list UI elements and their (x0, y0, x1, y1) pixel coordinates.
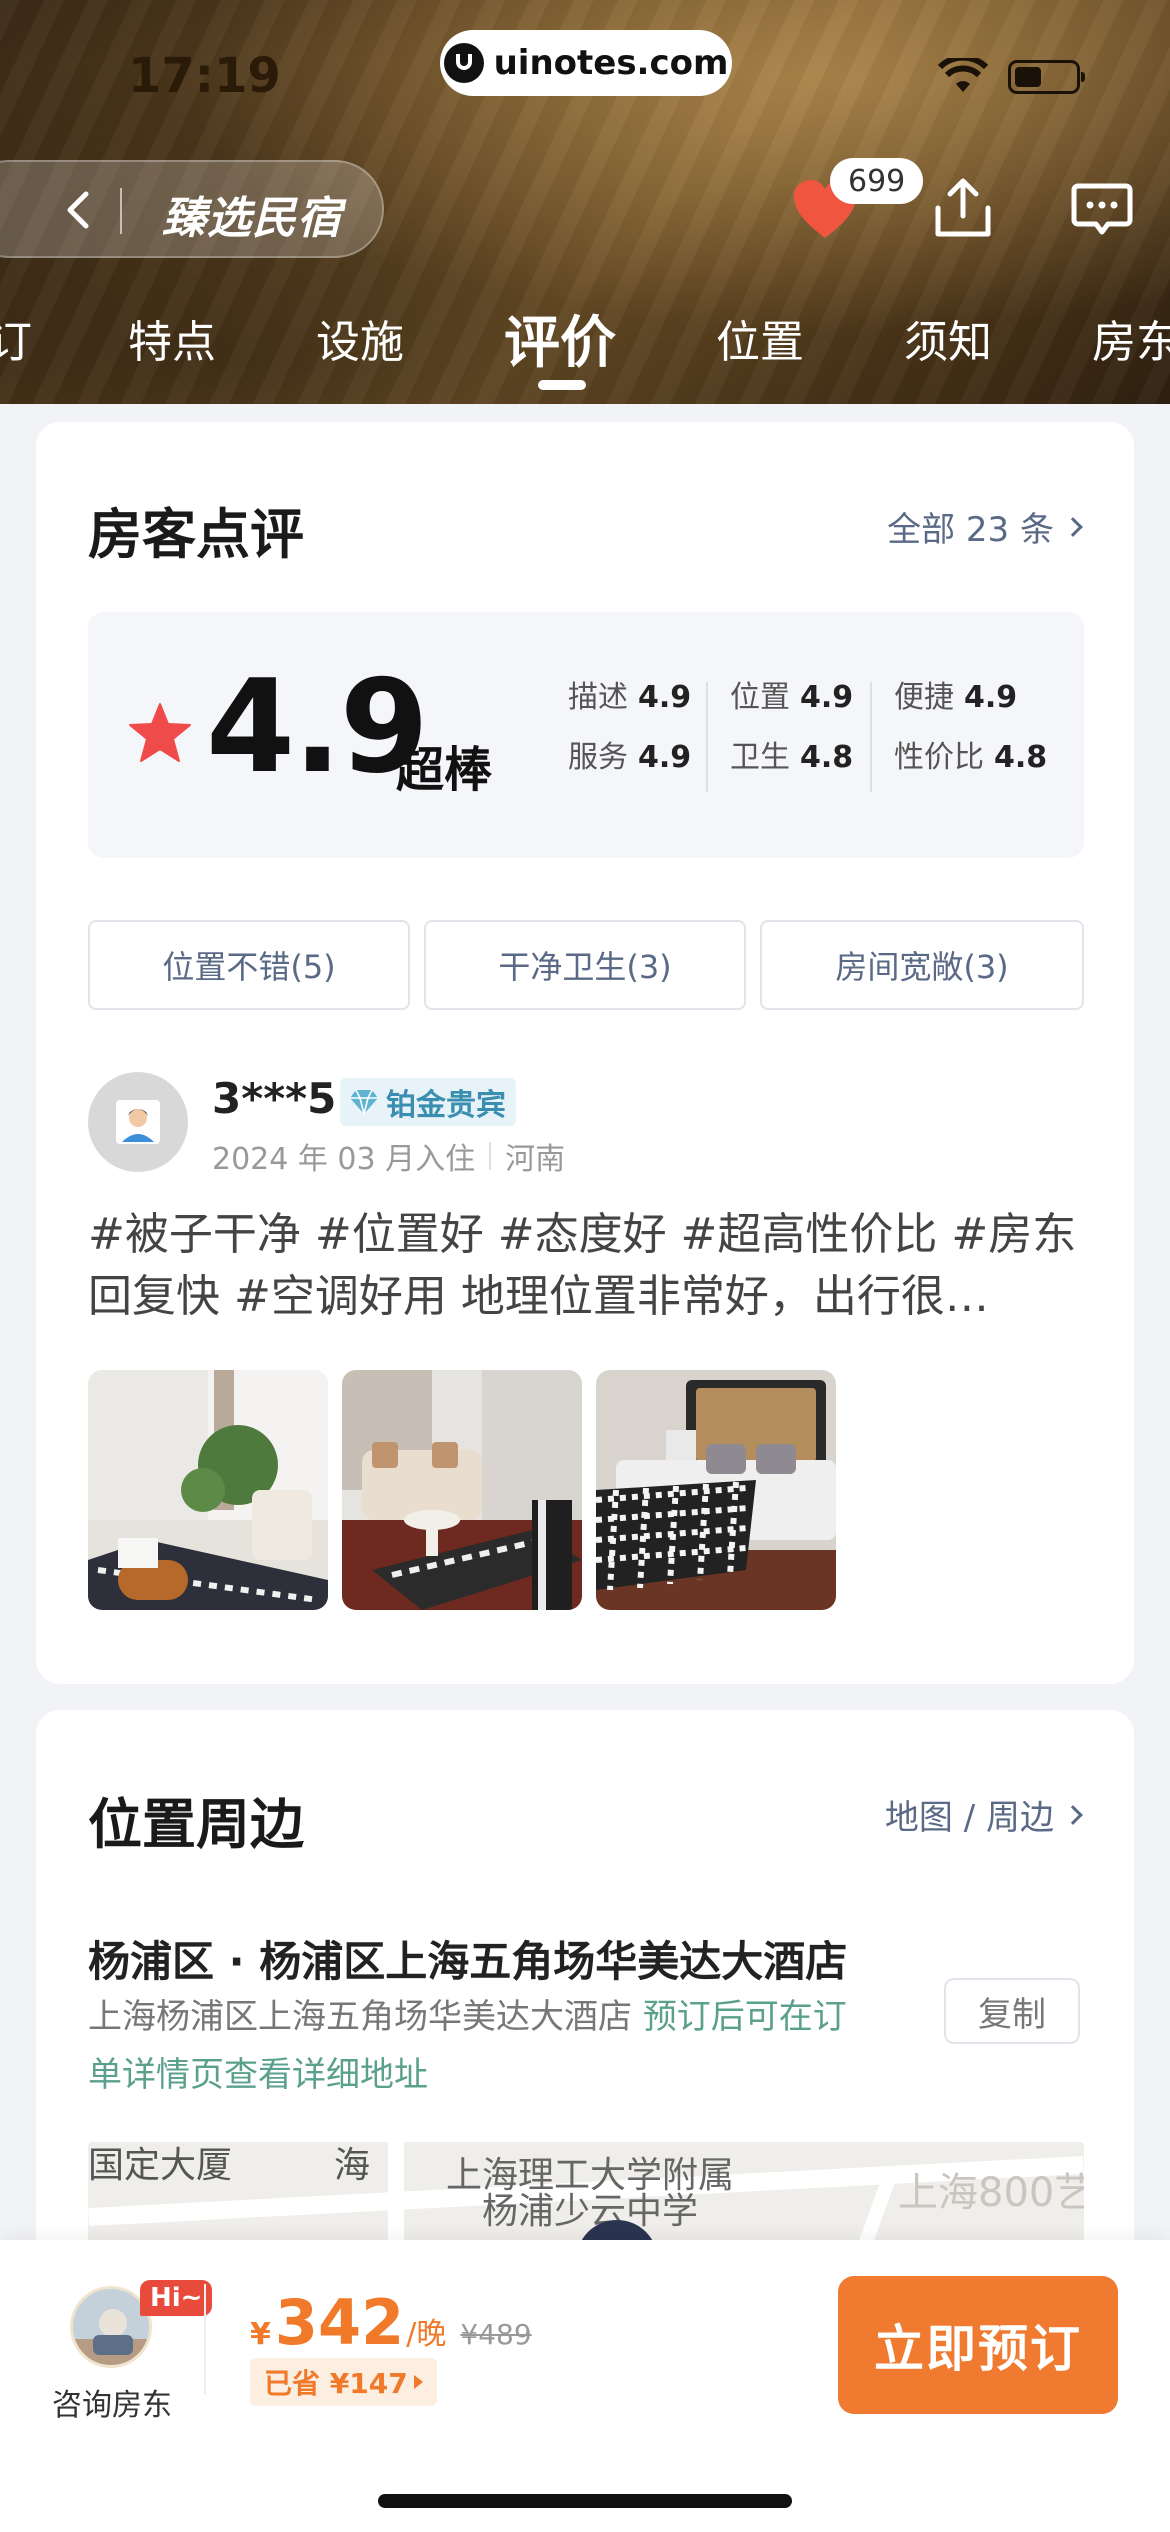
watermark: uinotes.com (440, 30, 732, 96)
place-name: 杨浦区 · 杨浦区上海五角场华美达大酒店 (88, 1937, 848, 1986)
checkin-date: 2024 年 03 月入住 (212, 1142, 476, 1177)
watermark-text: uinotes.com (493, 43, 729, 83)
diamond-icon (350, 1089, 378, 1115)
score-word: 超棒 (396, 742, 493, 798)
review-photo-bedroom[interactable] (596, 1370, 836, 1610)
sub-scores: 描述 4.9 服务 4.9 位置 4.9 卫生 4.8 便捷 4.9 性价比 4.8 (568, 672, 1068, 802)
reviewer-name: 3***5 (212, 1074, 337, 1123)
chevron-right-icon (1063, 516, 1083, 537)
divider (204, 2284, 206, 2394)
star-icon (129, 703, 191, 762)
address-text: 上海杨浦区上海五角场华美达大酒店 (88, 1997, 632, 2037)
back-chevron-icon[interactable] (60, 190, 96, 230)
share-icon[interactable] (932, 176, 994, 240)
map-link[interactable]: 地图 / 周边 (884, 1790, 1083, 1839)
sub-score-hygiene: 卫生 4.8 (730, 740, 854, 775)
vip-badge: 铂金贵宾 (340, 1078, 516, 1126)
address: 上海杨浦区上海五角场华美达大酒店 预订后可在订单详情页查看详细地址 (88, 1988, 848, 2104)
tab-notice[interactable]: 须知 (904, 306, 992, 370)
map-label: 海 (334, 2145, 371, 2186)
uinotes-logo-icon (443, 43, 484, 83)
map-label: 国定大厦 (88, 2145, 233, 2186)
bottom-bar: Hi~ 咨询房东 ¥ 342 /晚 ¥489 已省 ¥147 立即预订 (0, 2240, 1170, 2532)
vip-badge-label: 铂金贵宾 (386, 1088, 506, 1123)
header: 17:19 uinotes.com 臻选民宿 699 订 特点 设施 评价 位置… (0, 0, 1170, 404)
sub-score-convenience: 便捷 4.9 (894, 680, 1018, 715)
chevron-right-icon (1063, 1804, 1083, 1825)
map-link-label: 地图 / 周边 (884, 1798, 1054, 1838)
home-indicator (378, 2494, 792, 2508)
divider (489, 1142, 492, 1170)
review-tag-spacious[interactable]: 房间宽敞(3) (760, 920, 1084, 1010)
location-title: 位置周边 (88, 1793, 304, 1856)
reviews-title: 房客点评 (88, 503, 304, 566)
sub-score-description: 描述 4.9 (568, 680, 692, 715)
savings-badge[interactable]: 已省 ¥147 (250, 2358, 437, 2406)
tab-location[interactable]: 位置 (716, 306, 804, 370)
overall-score: 4.9 (206, 653, 429, 802)
score-summary: 4.9 超棒 描述 4.9 服务 4.9 位置 4.9 卫生 4.8 便捷 4.9 性价比… (88, 612, 1084, 858)
review-tag-clean[interactable]: 干净卫生(3) (424, 920, 746, 1010)
per-night: /晚 (406, 2317, 447, 2352)
tab-booking[interactable]: 订 (0, 306, 32, 370)
currency-symbol: ¥ (250, 2317, 271, 2352)
message-icon[interactable] (1070, 180, 1134, 240)
original-price: ¥489 (460, 2318, 532, 2351)
review-tag-location[interactable]: 位置不错(5) (88, 920, 410, 1010)
battery-icon (1008, 60, 1085, 94)
price: 342 (274, 2286, 405, 2359)
reviewer-meta: 2024 年 03 月入住 河南 (212, 1134, 565, 1178)
map-label: 杨浦少云中学 (482, 2191, 699, 2232)
wifi-icon (938, 58, 988, 92)
review-photo-sofa[interactable] (342, 1370, 582, 1610)
brand-title: 臻选民宿 (162, 193, 342, 244)
copy-button[interactable]: 复制 (944, 1978, 1080, 2044)
review-photo-living-room[interactable] (88, 1370, 328, 1610)
reviewer-region: 河南 (505, 1142, 566, 1177)
tab-features[interactable]: 特点 (128, 306, 216, 370)
back-pill[interactable]: 臻选民宿 (0, 160, 384, 258)
tab-host[interactable]: 房东 (1092, 306, 1170, 370)
sub-score-location: 位置 4.9 (730, 680, 854, 715)
savings-label: 已省 ¥147 (264, 2367, 408, 2400)
all-reviews-link[interactable]: 全部 23 条 (887, 502, 1083, 551)
book-now-button[interactable]: 立即预订 (838, 2276, 1118, 2414)
tab-facilities[interactable]: 设施 (316, 306, 404, 370)
tab-reviews[interactable]: 评价 (504, 298, 616, 379)
review-text[interactable]: #被子干净 #位置好 #态度好 #超高性价比 #房东回复快 #空调好用 地理位置… (88, 1204, 1088, 1328)
status-time: 17:19 (128, 48, 281, 104)
consult-host-label[interactable]: 咨询房东 (52, 2380, 172, 2424)
avatar[interactable] (88, 1072, 188, 1172)
divider (870, 682, 872, 792)
price-row: ¥ 342 /晚 ¥489 (250, 2286, 532, 2359)
all-reviews-label: 全部 23 条 (887, 510, 1054, 550)
user-avatar-icon (116, 1100, 160, 1144)
sub-score-value: 性价比 4.8 (894, 740, 1048, 775)
active-tab-indicator (538, 380, 586, 390)
favorite-count: 699 (830, 158, 924, 204)
reviews-card: 房客点评 全部 23 条 4.9 超棒 描述 4.9 服务 4.9 位置 4.9 卫生… (36, 422, 1134, 1684)
divider (120, 188, 122, 234)
caret-right-icon (413, 2375, 423, 2389)
sub-score-service: 服务 4.9 (568, 740, 692, 775)
section-tabs: 订 特点 设施 评价 位置 须知 房东 (0, 306, 1170, 390)
hi-bubble: Hi~ (140, 2280, 213, 2316)
divider (706, 682, 708, 792)
map-label: 上海800艺 (898, 2170, 1084, 2216)
